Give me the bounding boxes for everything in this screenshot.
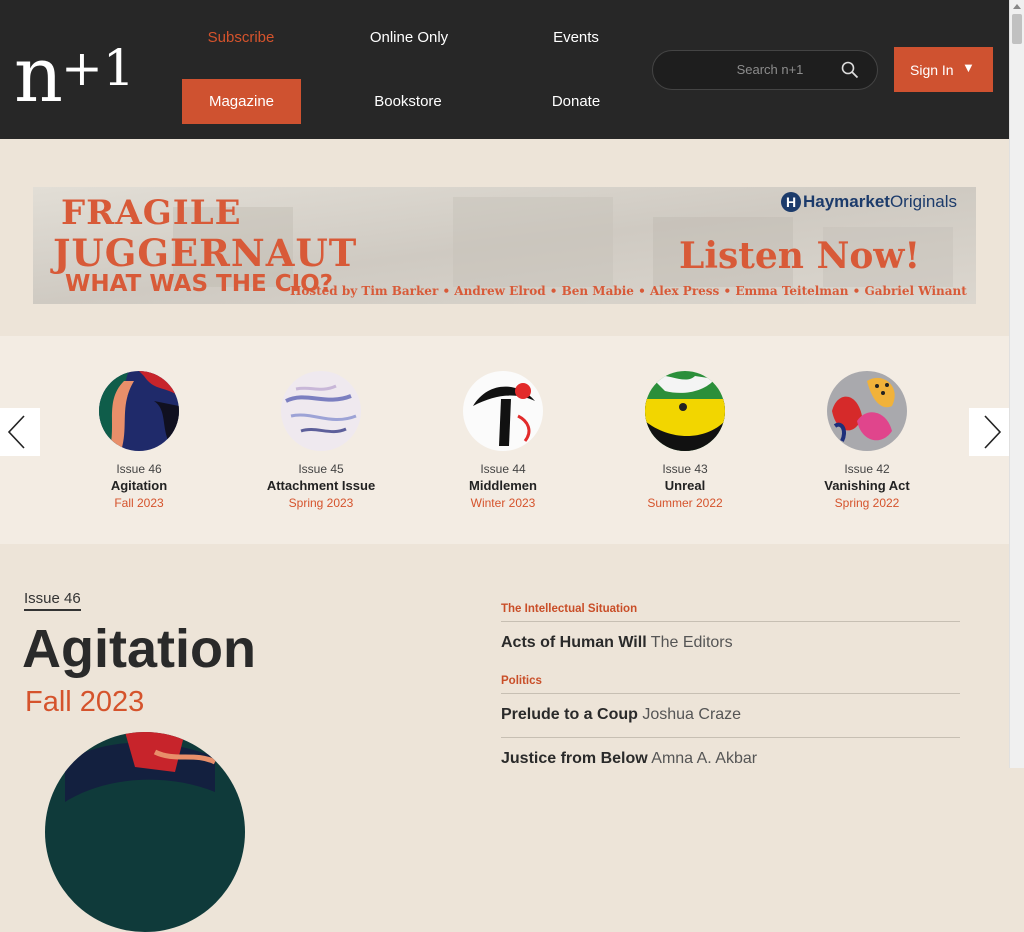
ad-title-line1: FRAGILE bbox=[61, 193, 242, 233]
issue-title[interactable]: Middlemen bbox=[423, 477, 583, 494]
issue-card[interactable]: Issue 44 Middlemen Winter 2023 bbox=[423, 371, 583, 512]
issue-season: Summer 2022 bbox=[647, 496, 723, 510]
issue-season: Winter 2023 bbox=[470, 496, 536, 510]
nav-events[interactable]: Events bbox=[517, 29, 635, 46]
haymarket-brand-suffix: Originals bbox=[889, 192, 958, 211]
issue-season: Fall 2023 bbox=[114, 496, 164, 510]
haymarket-brand: Haymarket bbox=[803, 192, 890, 211]
issue-cover-image[interactable] bbox=[281, 371, 361, 451]
nav-magazine[interactable]: Magazine bbox=[182, 79, 301, 124]
toc-section-label[interactable]: The Intellectual Situation bbox=[501, 603, 637, 615]
nav-subscribe[interactable]: Subscribe bbox=[182, 29, 300, 46]
toc-divider bbox=[501, 621, 960, 622]
haymarket-logo: H HaymarketOriginals bbox=[781, 192, 957, 212]
chevron-right-icon bbox=[984, 415, 1002, 449]
chevron-down-icon: ▼ bbox=[962, 60, 975, 75]
nav-donate[interactable]: Donate bbox=[517, 93, 635, 110]
carousel-next-button[interactable] bbox=[969, 408, 1009, 456]
issue-title[interactable]: Attachment Issue bbox=[241, 477, 401, 494]
issue-title[interactable]: Unreal bbox=[605, 477, 765, 494]
issue-number: Issue 44 bbox=[480, 462, 526, 476]
site-header: n+1 Subscribe Online Only Events Magazin… bbox=[0, 0, 1009, 139]
article-author[interactable]: Amna A. Akbar bbox=[651, 750, 757, 767]
toc-article[interactable]: Justice from Below Amna A. Akbar bbox=[501, 750, 757, 768]
issue-cover-image[interactable] bbox=[827, 371, 907, 451]
issue-card[interactable]: Issue 45 Attachment Issue Spring 2023 bbox=[241, 371, 401, 512]
issue-title[interactable]: Agitation bbox=[59, 477, 219, 494]
issue-title[interactable]: Vanishing Act bbox=[787, 477, 947, 494]
issue-season: Spring 2023 bbox=[288, 496, 354, 510]
article-author[interactable]: Joshua Craze bbox=[642, 706, 741, 723]
ad-hosts: Hosted by Tim Barker • Andrew Elrod • Be… bbox=[290, 284, 967, 298]
search-box[interactable] bbox=[652, 50, 878, 90]
issue-number: Issue 43 bbox=[662, 462, 708, 476]
haymarket-h-icon: H bbox=[781, 192, 801, 212]
issue-number: Issue 42 bbox=[844, 462, 890, 476]
nav-online-only[interactable]: Online Only bbox=[350, 29, 468, 46]
issue-tag[interactable]: Issue 46 bbox=[24, 590, 81, 611]
page-scrollbar[interactable] bbox=[1009, 0, 1024, 768]
issue-cover-image[interactable] bbox=[99, 371, 179, 451]
search-icon[interactable] bbox=[841, 61, 859, 84]
article-title[interactable]: Prelude to a Coup bbox=[501, 706, 638, 723]
scroll-thumb[interactable] bbox=[1012, 14, 1022, 44]
issue-card[interactable]: Issue 42 Vanishing Act Spring 2022 bbox=[787, 371, 947, 512]
toc-article[interactable]: Prelude to a Coup Joshua Craze bbox=[501, 706, 741, 724]
nav-bookstore[interactable]: Bookstore bbox=[349, 93, 467, 110]
article-title[interactable]: Justice from Below bbox=[501, 750, 648, 767]
issue-cover-image[interactable] bbox=[45, 732, 245, 932]
issue-number: Issue 45 bbox=[298, 462, 344, 476]
issue-cover-image[interactable] bbox=[463, 371, 543, 451]
issue-card[interactable]: Issue 46 Agitation Fall 2023 bbox=[59, 371, 219, 512]
issue-heading: Agitation bbox=[22, 619, 256, 679]
issue-number: Issue 46 bbox=[116, 462, 162, 476]
sign-in-button[interactable]: Sign In ▼ bbox=[894, 47, 993, 92]
site-logo[interactable]: n+1 bbox=[14, 30, 135, 113]
ad-banner[interactable]: FRAGILE JUGGERNAUT WHAT WAS THE CIO? H Ha… bbox=[33, 187, 976, 304]
chevron-left-icon bbox=[7, 415, 25, 449]
carousel-prev-button[interactable] bbox=[0, 408, 40, 456]
article-author[interactable]: The Editors bbox=[651, 634, 733, 651]
toc-divider bbox=[501, 737, 960, 738]
sign-in-label: Sign In bbox=[910, 62, 954, 78]
search-input[interactable] bbox=[693, 61, 847, 78]
toc-article[interactable]: Acts of Human Will The Editors bbox=[501, 634, 733, 652]
issue-card[interactable]: Issue 43 Unreal Summer 2022 bbox=[605, 371, 765, 512]
toc-section-label[interactable]: Politics bbox=[501, 675, 542, 687]
issue-season-heading: Fall 2023 bbox=[25, 686, 145, 718]
article-title[interactable]: Acts of Human Will bbox=[501, 634, 647, 651]
ad-title-line2: JUGGERNAUT bbox=[53, 231, 358, 275]
issue-season: Spring 2022 bbox=[834, 496, 900, 510]
issues-carousel: Issue 46 Agitation Fall 2023 Issue 45 At… bbox=[0, 336, 1009, 544]
toc-divider bbox=[501, 693, 960, 694]
scroll-up-arrow-icon[interactable] bbox=[1013, 4, 1021, 9]
ad-cta: Listen Now! bbox=[679, 235, 921, 277]
issue-cover-image[interactable] bbox=[645, 371, 725, 451]
